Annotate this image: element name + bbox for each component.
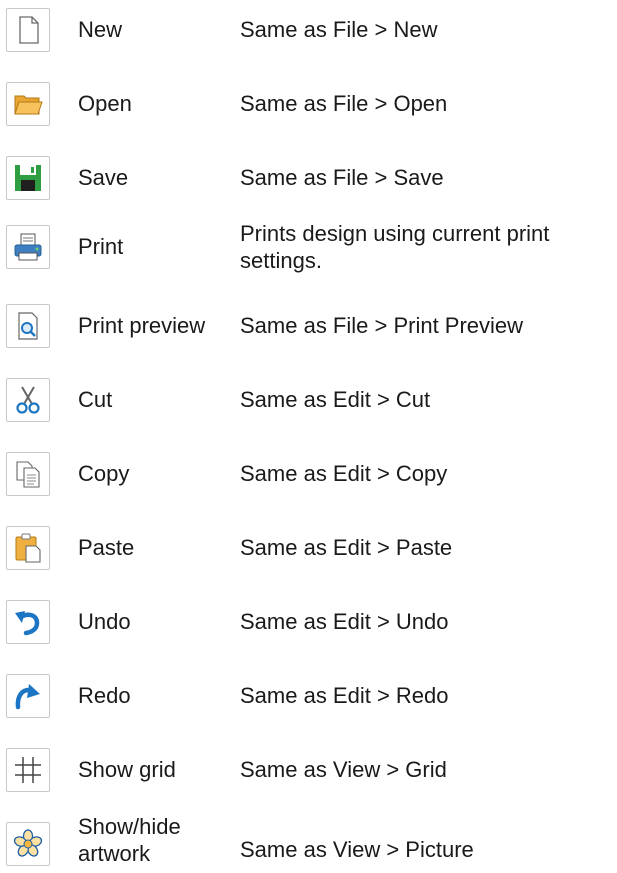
grid-icon[interactable] bbox=[6, 748, 50, 792]
item-description: Same as Edit > Copy bbox=[240, 461, 448, 486]
item-name: Cut bbox=[78, 387, 113, 412]
toolbar-item-copy: Copy Same as Edit > Copy bbox=[0, 444, 617, 504]
item-description: Same as View > Grid bbox=[240, 757, 447, 782]
name-line: artwork bbox=[78, 841, 151, 866]
save-floppy-icon[interactable] bbox=[6, 156, 50, 200]
item-description: Same as Edit > Redo bbox=[240, 683, 449, 708]
item-description: Same as File > Open bbox=[240, 91, 448, 116]
item-name: Show grid bbox=[78, 757, 176, 782]
toolbar-item-show-hide-artwork: Show/hide artwork Same as View > Picture bbox=[0, 810, 617, 873]
flower-artwork-icon[interactable] bbox=[6, 822, 50, 866]
toolbar-item-cut: Cut Same as Edit > Cut bbox=[0, 370, 617, 430]
redo-arrow-icon[interactable] bbox=[6, 674, 50, 718]
item-description: Same as Edit > Paste bbox=[240, 535, 453, 560]
item-description: Same as File > New bbox=[240, 17, 438, 42]
toolbar-item-redo: Redo Same as Edit > Redo bbox=[0, 666, 617, 726]
copy-icon[interactable] bbox=[6, 452, 50, 496]
toolbar-item-save: Save Same as File > Save bbox=[0, 148, 617, 208]
description-line: settings. bbox=[240, 248, 322, 273]
open-folder-icon[interactable] bbox=[6, 82, 50, 126]
item-name: Save bbox=[78, 165, 129, 190]
item-name: Open bbox=[78, 91, 132, 116]
item-name: Show/hide artwork bbox=[78, 813, 181, 867]
item-description: Same as Edit > Undo bbox=[240, 609, 449, 634]
item-name: Paste bbox=[78, 535, 135, 560]
item-name: Redo bbox=[78, 683, 131, 708]
item-description: Same as File > Save bbox=[240, 165, 444, 190]
toolbar-item-paste: Paste Same as Edit > Paste bbox=[0, 518, 617, 578]
item-name: New bbox=[78, 17, 123, 42]
paste-clipboard-icon[interactable] bbox=[6, 526, 50, 570]
item-description: Prints design using current print settin… bbox=[240, 220, 549, 274]
print-preview-icon[interactable] bbox=[6, 304, 50, 348]
item-description: Same as View > Picture bbox=[240, 837, 474, 862]
item-name: Print bbox=[78, 234, 124, 259]
toolbar-item-show-grid: Show grid Same as View > Grid bbox=[0, 740, 617, 800]
item-name: Copy bbox=[78, 461, 130, 486]
undo-arrow-icon[interactable] bbox=[6, 600, 50, 644]
toolbar-item-print: Print Prints design using current print … bbox=[0, 217, 617, 277]
toolbar-item-print-preview: Print preview Same as File > Print Previ… bbox=[0, 296, 617, 356]
item-description: Same as File > Print Preview bbox=[240, 313, 524, 338]
toolbar-item-open: Open Same as File > Open bbox=[0, 74, 617, 134]
toolbar-item-new: New Same as File > New bbox=[0, 0, 617, 60]
new-document-icon[interactable] bbox=[6, 8, 50, 52]
printer-icon[interactable] bbox=[6, 225, 50, 269]
item-name: Undo bbox=[78, 609, 131, 634]
description-line: Prints design using current print bbox=[240, 221, 550, 246]
scissors-cut-icon[interactable] bbox=[6, 378, 50, 422]
name-line: Show/hide bbox=[78, 814, 181, 839]
item-name: Print preview bbox=[78, 313, 206, 338]
item-description: Same as Edit > Cut bbox=[240, 387, 431, 412]
toolbar-item-undo: Undo Same as Edit > Undo bbox=[0, 592, 617, 652]
